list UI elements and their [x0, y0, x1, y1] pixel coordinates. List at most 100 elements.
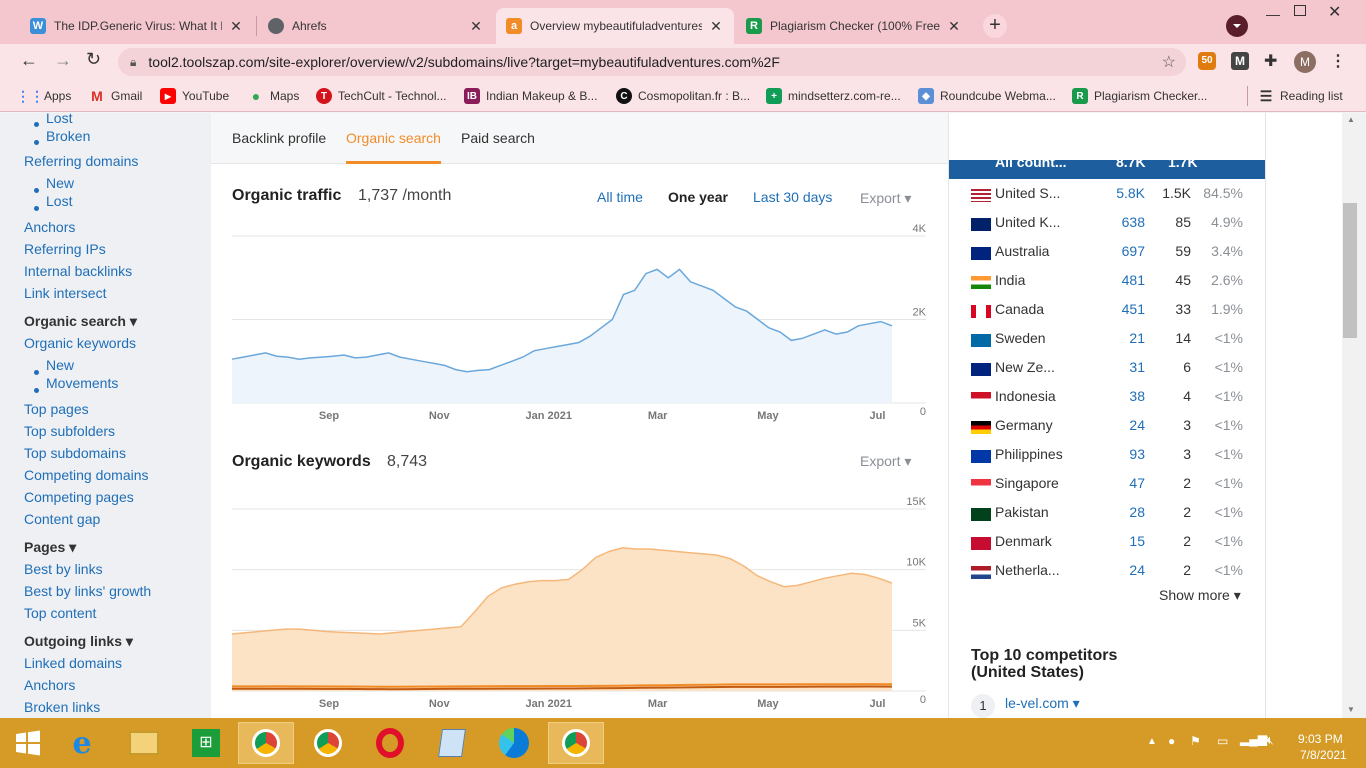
back-arrow-icon[interactable]: ←: [20, 50, 38, 71]
sidebar-section-organic-search[interactable]: Organic search ▾: [24, 313, 137, 330]
country-keywords[interactable]: 24: [1129, 417, 1145, 433]
country-row[interactable]: Sweden 21 14 <1%: [971, 328, 1261, 357]
bookmark-cosmopolitan[interactable]: C Cosmopolitan.fr : B...: [616, 86, 750, 106]
sidebar-item-referring-ips[interactable]: Referring IPs: [24, 241, 106, 257]
sidebar-item-backlinks-broken[interactable]: Broken: [46, 128, 90, 144]
reading-list-button[interactable]: ☰ Reading list: [1258, 86, 1343, 106]
country-row[interactable]: Denmark 15 2 <1%: [971, 531, 1261, 560]
network-globe-icon[interactable]: ●: [1168, 734, 1175, 748]
close-icon[interactable]: ✕: [228, 18, 244, 35]
sidebar-item-refdomains-new[interactable]: New: [46, 175, 74, 191]
filter-all-time[interactable]: All time: [597, 189, 643, 205]
chrome-icon[interactable]: [238, 722, 294, 764]
country-keywords[interactable]: 15: [1129, 533, 1145, 549]
sidebar-section-pages[interactable]: Pages ▾: [24, 539, 76, 556]
edge-icon[interactable]: [486, 722, 542, 764]
notepad-icon[interactable]: [424, 722, 480, 764]
country-row[interactable]: United K... 638 85 4.9%: [971, 212, 1261, 241]
opera-icon[interactable]: [362, 722, 418, 764]
forward-arrow-icon[interactable]: →: [54, 50, 72, 71]
minimize-button[interactable]: —: [1266, 6, 1280, 22]
country-row[interactable]: Netherla... 24 2 <1%: [971, 560, 1261, 589]
bookmark-apps[interactable]: ⋮⋮ Apps: [16, 86, 71, 106]
sidebar-item-competing-pages[interactable]: Competing pages: [24, 489, 134, 505]
bookmark-techcult[interactable]: T TechCult - Technol...: [316, 86, 447, 106]
tab-backlink-profile[interactable]: Backlink profile: [232, 130, 326, 146]
tab-ahrefs[interactable]: Ahrefs ✕: [258, 8, 494, 44]
display-icon[interactable]: ▭: [1217, 734, 1228, 748]
country-row[interactable]: New Ze... 31 6 <1%: [971, 357, 1261, 386]
country-keywords[interactable]: 21: [1129, 330, 1145, 346]
store-icon[interactable]: ⊞: [178, 722, 234, 764]
traffic-export-button[interactable]: Export ▾: [860, 190, 911, 207]
bookmark-youtube[interactable]: ▶ YouTube: [160, 86, 229, 106]
bookmark-maps[interactable]: ● Maps: [248, 86, 300, 106]
sidebar-item-best-by-links[interactable]: Best by links: [24, 561, 103, 577]
sidebar-item-link-intersect[interactable]: Link intersect: [24, 285, 106, 301]
window-close-button[interactable]: ✕: [1328, 2, 1341, 22]
action-center-flag-icon[interactable]: ⚑: [1190, 734, 1201, 748]
country-row[interactable]: India 481 45 2.6%: [971, 270, 1261, 299]
extension-icon[interactable]: 50: [1198, 52, 1216, 70]
country-keywords[interactable]: 38: [1129, 388, 1145, 404]
reload-icon[interactable]: ↻: [86, 49, 101, 70]
bookmark-roundcube[interactable]: ◆ Roundcube Webma...: [918, 86, 1056, 106]
country-row[interactable]: Canada 451 33 1.9%: [971, 299, 1261, 328]
clock-date[interactable]: 7/8/2021: [1300, 748, 1347, 762]
chrome-icon[interactable]: [548, 722, 604, 764]
bookmark-mindsetterz[interactable]: + mindsetterz.com-re...: [766, 86, 901, 106]
country-keywords[interactable]: 638: [1122, 214, 1145, 230]
country-keywords[interactable]: 697: [1122, 243, 1145, 259]
scroll-down-icon[interactable]: ▼: [1347, 705, 1355, 714]
tab-overview-active[interactable]: a Overview mybeautifuladventures ✕: [496, 8, 734, 44]
country-keywords[interactable]: 451: [1122, 301, 1145, 317]
country-keywords[interactable]: 28: [1129, 504, 1145, 520]
scroll-up-icon[interactable]: ▲: [1347, 115, 1355, 124]
close-icon[interactable]: ✕: [468, 18, 484, 35]
country-keywords[interactable]: 481: [1122, 272, 1145, 288]
sidebar-section-outgoing-links[interactable]: Outgoing links ▾: [24, 633, 133, 650]
extension-m-icon[interactable]: M: [1231, 52, 1249, 70]
sidebar-item-linked-domains[interactable]: Linked domains: [24, 655, 122, 671]
sidebar-item-organic-keywords[interactable]: Organic keywords: [24, 335, 136, 351]
sidebar-item-top-content[interactable]: Top content: [24, 605, 96, 621]
scrollbar-thumb[interactable]: [1343, 203, 1357, 338]
sidebar-item-best-by-links-growth[interactable]: Best by links' growth: [24, 583, 151, 599]
country-row[interactable]: Germany 24 3 <1%: [971, 415, 1261, 444]
bookmark-gmail[interactable]: M Gmail: [89, 86, 142, 106]
clock-time[interactable]: 9:03 PM: [1298, 732, 1343, 746]
country-keywords[interactable]: 24: [1129, 562, 1145, 578]
file-explorer-icon[interactable]: [116, 722, 172, 764]
sidebar-item-keywords-new[interactable]: New: [46, 357, 74, 373]
wifi-signal-icon[interactable]: ▂▄▆: [1240, 732, 1267, 746]
country-row[interactable]: Singapore 47 2 <1%: [971, 473, 1261, 502]
menu-kebab-icon[interactable]: ⋮: [1330, 51, 1346, 71]
sidebar-item-anchors[interactable]: Anchors: [24, 219, 75, 235]
country-row[interactable]: Indonesia 38 4 <1%: [971, 386, 1261, 415]
bookmark-plagiarism-checker[interactable]: R Plagiarism Checker...: [1072, 86, 1207, 106]
volume-muted-icon[interactable]: 🔇︎: [1266, 733, 1274, 748]
show-more-button[interactable]: Show more ▾: [1159, 587, 1241, 604]
countries-header-row[interactable]: All count... 8.7K 1.7K: [949, 160, 1266, 179]
new-tab-button[interactable]: +: [983, 14, 1007, 38]
country-keywords[interactable]: 93: [1129, 446, 1145, 462]
sidebar-item-top-pages[interactable]: Top pages: [24, 401, 89, 417]
star-bookmark-icon[interactable]: ☆: [1162, 52, 1176, 72]
sidebar-item-referring-domains[interactable]: Referring domains: [24, 153, 138, 169]
tray-expand-icon[interactable]: ▲: [1147, 736, 1157, 747]
country-keywords[interactable]: 5.8K: [1116, 185, 1145, 201]
sidebar-item-outgoing-anchors[interactable]: Anchors: [24, 677, 75, 693]
tab-organic-search[interactable]: Organic search: [346, 130, 441, 146]
bookmark-indian-makeup[interactable]: IB Indian Makeup & B...: [464, 86, 597, 106]
country-row[interactable]: Pakistan 28 2 <1%: [971, 502, 1261, 531]
sidebar-item-refdomains-lost[interactable]: Lost: [46, 193, 72, 209]
sidebar-item-keywords-movements[interactable]: Movements: [46, 375, 118, 391]
competitor-domain-link[interactable]: le-vel.com ▾: [1005, 695, 1080, 712]
filter-one-year[interactable]: One year: [668, 189, 728, 205]
tab-search-button[interactable]: [1226, 15, 1248, 37]
country-keywords[interactable]: 47: [1129, 475, 1145, 491]
keywords-export-button[interactable]: Export ▾: [860, 453, 911, 470]
start-icon[interactable]: [0, 722, 56, 764]
filter-last-30-days[interactable]: Last 30 days: [753, 189, 832, 205]
sidebar-item-competing-domains[interactable]: Competing domains: [24, 467, 149, 483]
